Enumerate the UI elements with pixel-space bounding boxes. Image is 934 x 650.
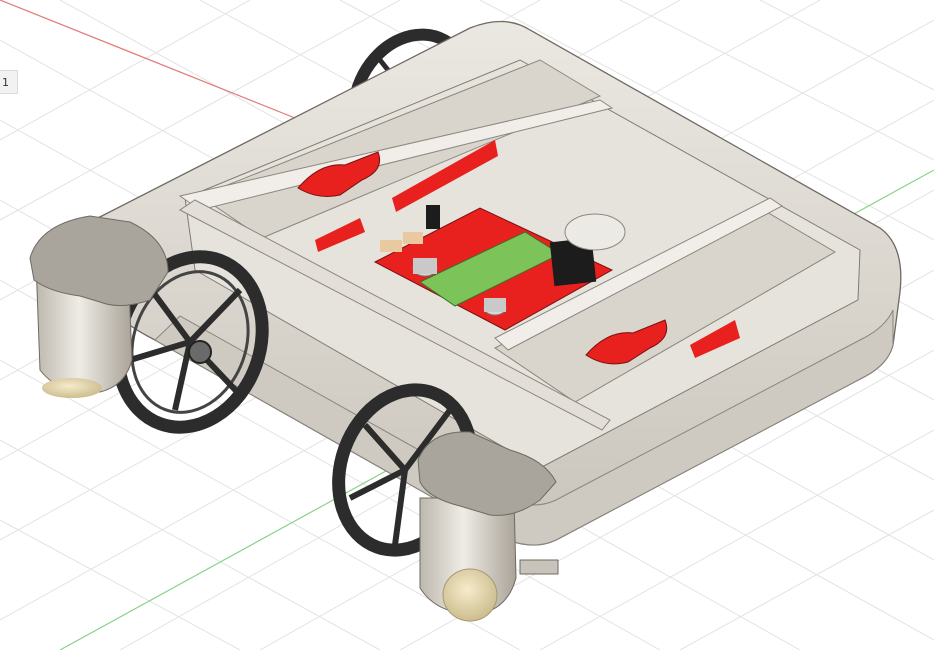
robot-chassis-model[interactable] [29,14,902,622]
3d-viewport[interactable] [0,0,934,650]
x-axis-line [0,0,301,121]
viewport-canvas[interactable] [0,0,934,650]
corner-tab[interactable]: 1 [0,70,18,94]
